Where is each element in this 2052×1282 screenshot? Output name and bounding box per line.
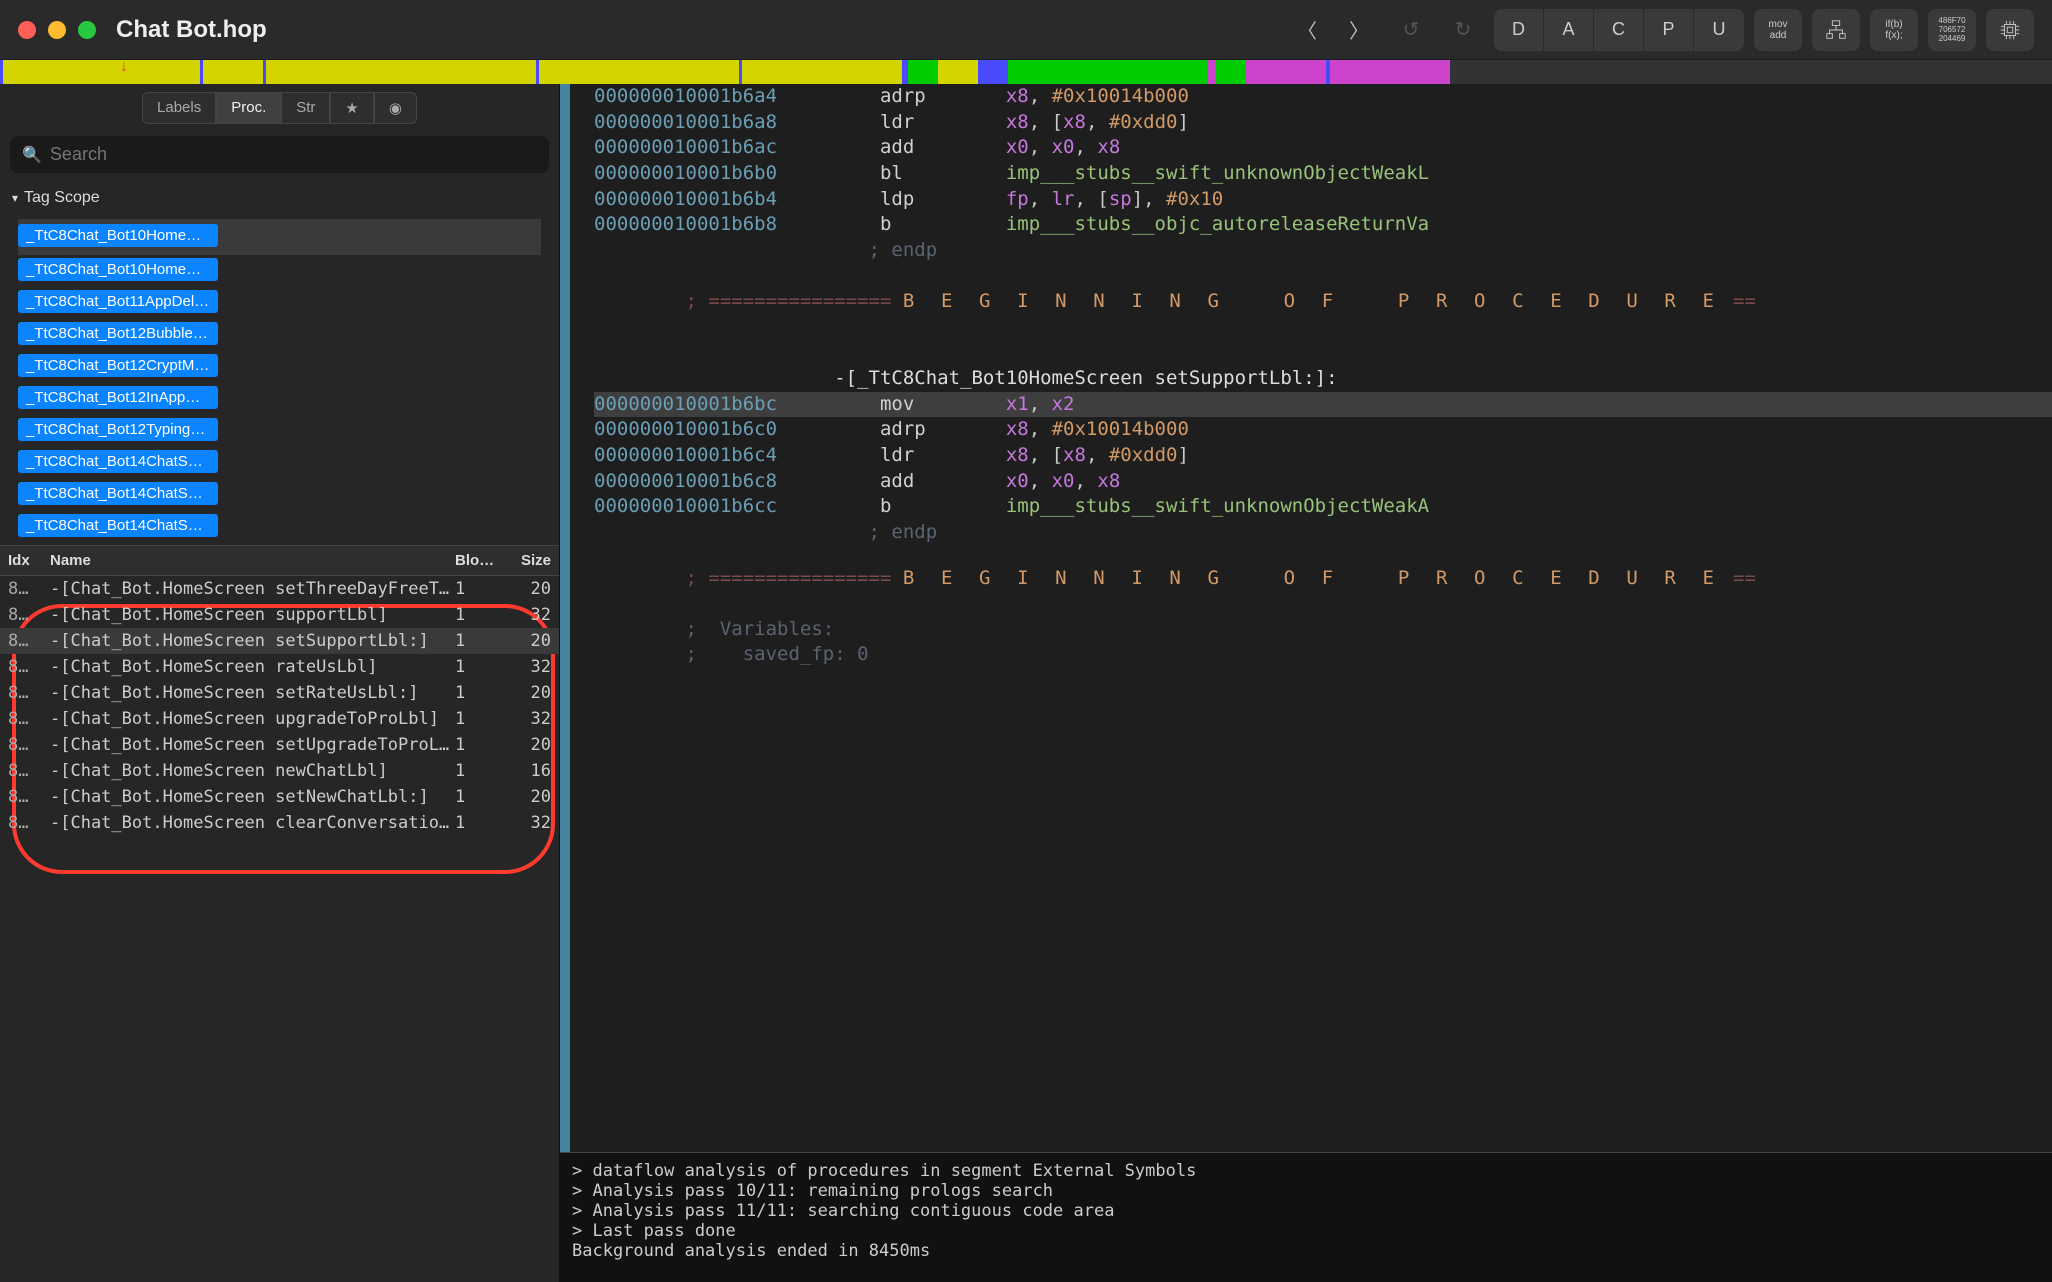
cpu-icon [1999, 19, 2021, 41]
col-size-header[interactable]: Size [505, 552, 551, 569]
tag-item[interactable]: _TtC8Chat_Bot12Typing… [18, 418, 218, 441]
tab-proc[interactable]: Proc. [216, 92, 281, 124]
main-content: 000000010001b6a4 adrp x8, #0x10014b00000… [560, 84, 2052, 1282]
tag-item[interactable]: _TtC8Chat_Bot10HomeS… [18, 224, 218, 247]
nav-forward-button[interactable]: 〉 [1338, 9, 1380, 51]
tag-item[interactable]: _TtC8Chat_Bot11AppDel… [18, 290, 218, 313]
navigation-strip[interactable]: ↓ [0, 60, 2052, 84]
maximize-window-button[interactable] [78, 21, 96, 39]
table-row[interactable]: 8…-[Chat_Bot.HomeScreen setThreeDayFreeT… [0, 576, 559, 602]
table-row[interactable]: 8…-[Chat_Bot.HomeScreen setNewChatLbl:]1… [0, 784, 559, 810]
tab-star[interactable]: ★ [330, 92, 373, 124]
sidebar-tabs: Labels Proc. Str ★ ◉ [0, 84, 559, 128]
table-row[interactable]: 8…-[Chat_Bot.HomeScreen upgradeToProLbl]… [0, 706, 559, 732]
col-name-header[interactable]: Name [50, 552, 455, 569]
asm-line[interactable]: 000000010001b6b4 ldp fp, lr, [sp], #0x10 [594, 187, 2052, 213]
tag-item[interactable]: _TtC8Chat_Bot10HomeS… [18, 258, 218, 281]
tab-labels[interactable]: Labels [142, 92, 216, 124]
tab-str[interactable]: Str [281, 92, 330, 124]
asm-line[interactable]: 000000010001b6a8 ldr x8, [x8, #0xdd0] [594, 110, 2052, 136]
table-row[interactable]: 8…-[Chat_Bot.HomeScreen setRateUsLbl:]12… [0, 680, 559, 706]
table-row[interactable]: 8…-[Chat_Bot.HomeScreen supportLbl]132 [0, 602, 559, 628]
tag-item[interactable]: _TtC8Chat_Bot14ChatSc… [18, 514, 218, 537]
close-window-button[interactable] [18, 21, 36, 39]
search-box[interactable]: 🔍 [10, 136, 549, 173]
nav-back-button[interactable]: 〈 [1286, 9, 1328, 51]
col-idx-header[interactable]: Idx [8, 552, 50, 569]
mov-add-button[interactable]: mov add [1754, 9, 1802, 51]
window-title: Chat Bot.hop [116, 16, 267, 44]
search-icon: 🔍 [22, 145, 42, 165]
asm-line[interactable]: 000000010001b6c0 adrp x8, #0x10014b000 [594, 417, 2052, 443]
gutter [560, 84, 570, 1152]
procedure-table-header: Idx Name Blo… Size [0, 546, 559, 576]
mode-p-button[interactable]: P [1644, 9, 1694, 51]
titlebar: Chat Bot.hop 〈 〉 ↺ ↻ D A C P U mov add i… [0, 0, 2052, 60]
tab-record[interactable]: ◉ [374, 92, 417, 124]
left-sidebar: Labels Proc. Str ★ ◉ 🔍 ▾ Tag Scope _TtC8… [0, 84, 560, 1282]
window-controls [18, 21, 96, 39]
tag-item[interactable]: _TtC8Chat_Bot12Bubble… [18, 322, 218, 345]
tag-scope-header[interactable]: ▾ Tag Scope [0, 181, 559, 215]
chevron-down-icon: ▾ [12, 191, 18, 205]
procedure-label: -[_TtC8Chat_Bot10HomeScreen setSupportLb… [594, 366, 2052, 392]
tag-item[interactable]: _TtC8Chat_Bot14ChatSc… [18, 450, 218, 473]
undo-button[interactable]: ↺ [1390, 9, 1432, 51]
hex-view-button[interactable]: 486F70 706572 204469 [1928, 9, 1976, 51]
table-row[interactable]: 8…-[Chat_Bot.HomeScreen newChatLbl]116 [0, 758, 559, 784]
asm-line[interactable]: 000000010001b6b8 b imp___stubs__objc_aut… [594, 212, 2052, 238]
view-mode-segment: D A C P U [1494, 9, 1744, 51]
procedure-table: Idx Name Blo… Size 8…-[Chat_Bot.HomeScre… [0, 545, 559, 1282]
asm-line[interactable]: 000000010001b6bc mov x1, x2 [594, 392, 2052, 418]
mode-a-button[interactable]: A [1544, 9, 1594, 51]
tag-list: _TtC8Chat_Bot10HomeS… _TtC8Chat_Bot10Home… [0, 215, 559, 545]
asm-line[interactable]: 000000010001b6cc b imp___stubs__swift_un… [594, 494, 2052, 520]
tag-item[interactable]: _TtC8Chat_Bot12CryptM… [18, 354, 218, 377]
table-row[interactable]: 8…-[Chat_Bot.HomeScreen clearConversatio… [0, 810, 559, 836]
asm-line[interactable]: 000000010001b6ac add x0, x0, x8 [594, 135, 2052, 161]
nav-cursor-icon: ↓ [120, 58, 128, 76]
asm-line[interactable]: 000000010001b6c4 ldr x8, [x8, #0xdd0] [594, 443, 2052, 469]
col-blo-header[interactable]: Blo… [455, 552, 505, 569]
tag-item[interactable]: _TtC8Chat_Bot12InAppR… [18, 386, 218, 409]
graph-icon [1825, 19, 1847, 41]
cfg-view-button[interactable] [1812, 9, 1860, 51]
asm-line[interactable]: 000000010001b6b0 bl imp___stubs__swift_u… [594, 161, 2052, 187]
mode-d-button[interactable]: D [1494, 9, 1544, 51]
minimize-window-button[interactable] [48, 21, 66, 39]
cpu-button[interactable] [1986, 9, 2034, 51]
asm-line[interactable]: 000000010001b6a4 adrp x8, #0x10014b000 [594, 84, 2052, 110]
tag-item[interactable]: _TtC8Chat_Bot14ChatSc… [18, 482, 218, 505]
disassembly-view[interactable]: 000000010001b6a4 adrp x8, #0x10014b00000… [560, 84, 2052, 1152]
search-input[interactable] [50, 144, 537, 165]
pseudocode-button[interactable]: if(b) f(x); [1870, 9, 1918, 51]
table-row[interactable]: 8…-[Chat_Bot.HomeScreen setUpgradeToProL… [0, 732, 559, 758]
redo-button[interactable]: ↻ [1442, 9, 1484, 51]
table-row[interactable]: 8…-[Chat_Bot.HomeScreen setSupportLbl:]1… [0, 628, 559, 654]
asm-line[interactable]: 000000010001b6c8 add x0, x0, x8 [594, 469, 2052, 495]
mode-c-button[interactable]: C [1594, 9, 1644, 51]
table-row[interactable]: 8…-[Chat_Bot.HomeScreen rateUsLbl]132 [0, 654, 559, 680]
console-output: > dataflow analysis of procedures in seg… [560, 1152, 2052, 1282]
mode-u-button[interactable]: U [1694, 9, 1744, 51]
